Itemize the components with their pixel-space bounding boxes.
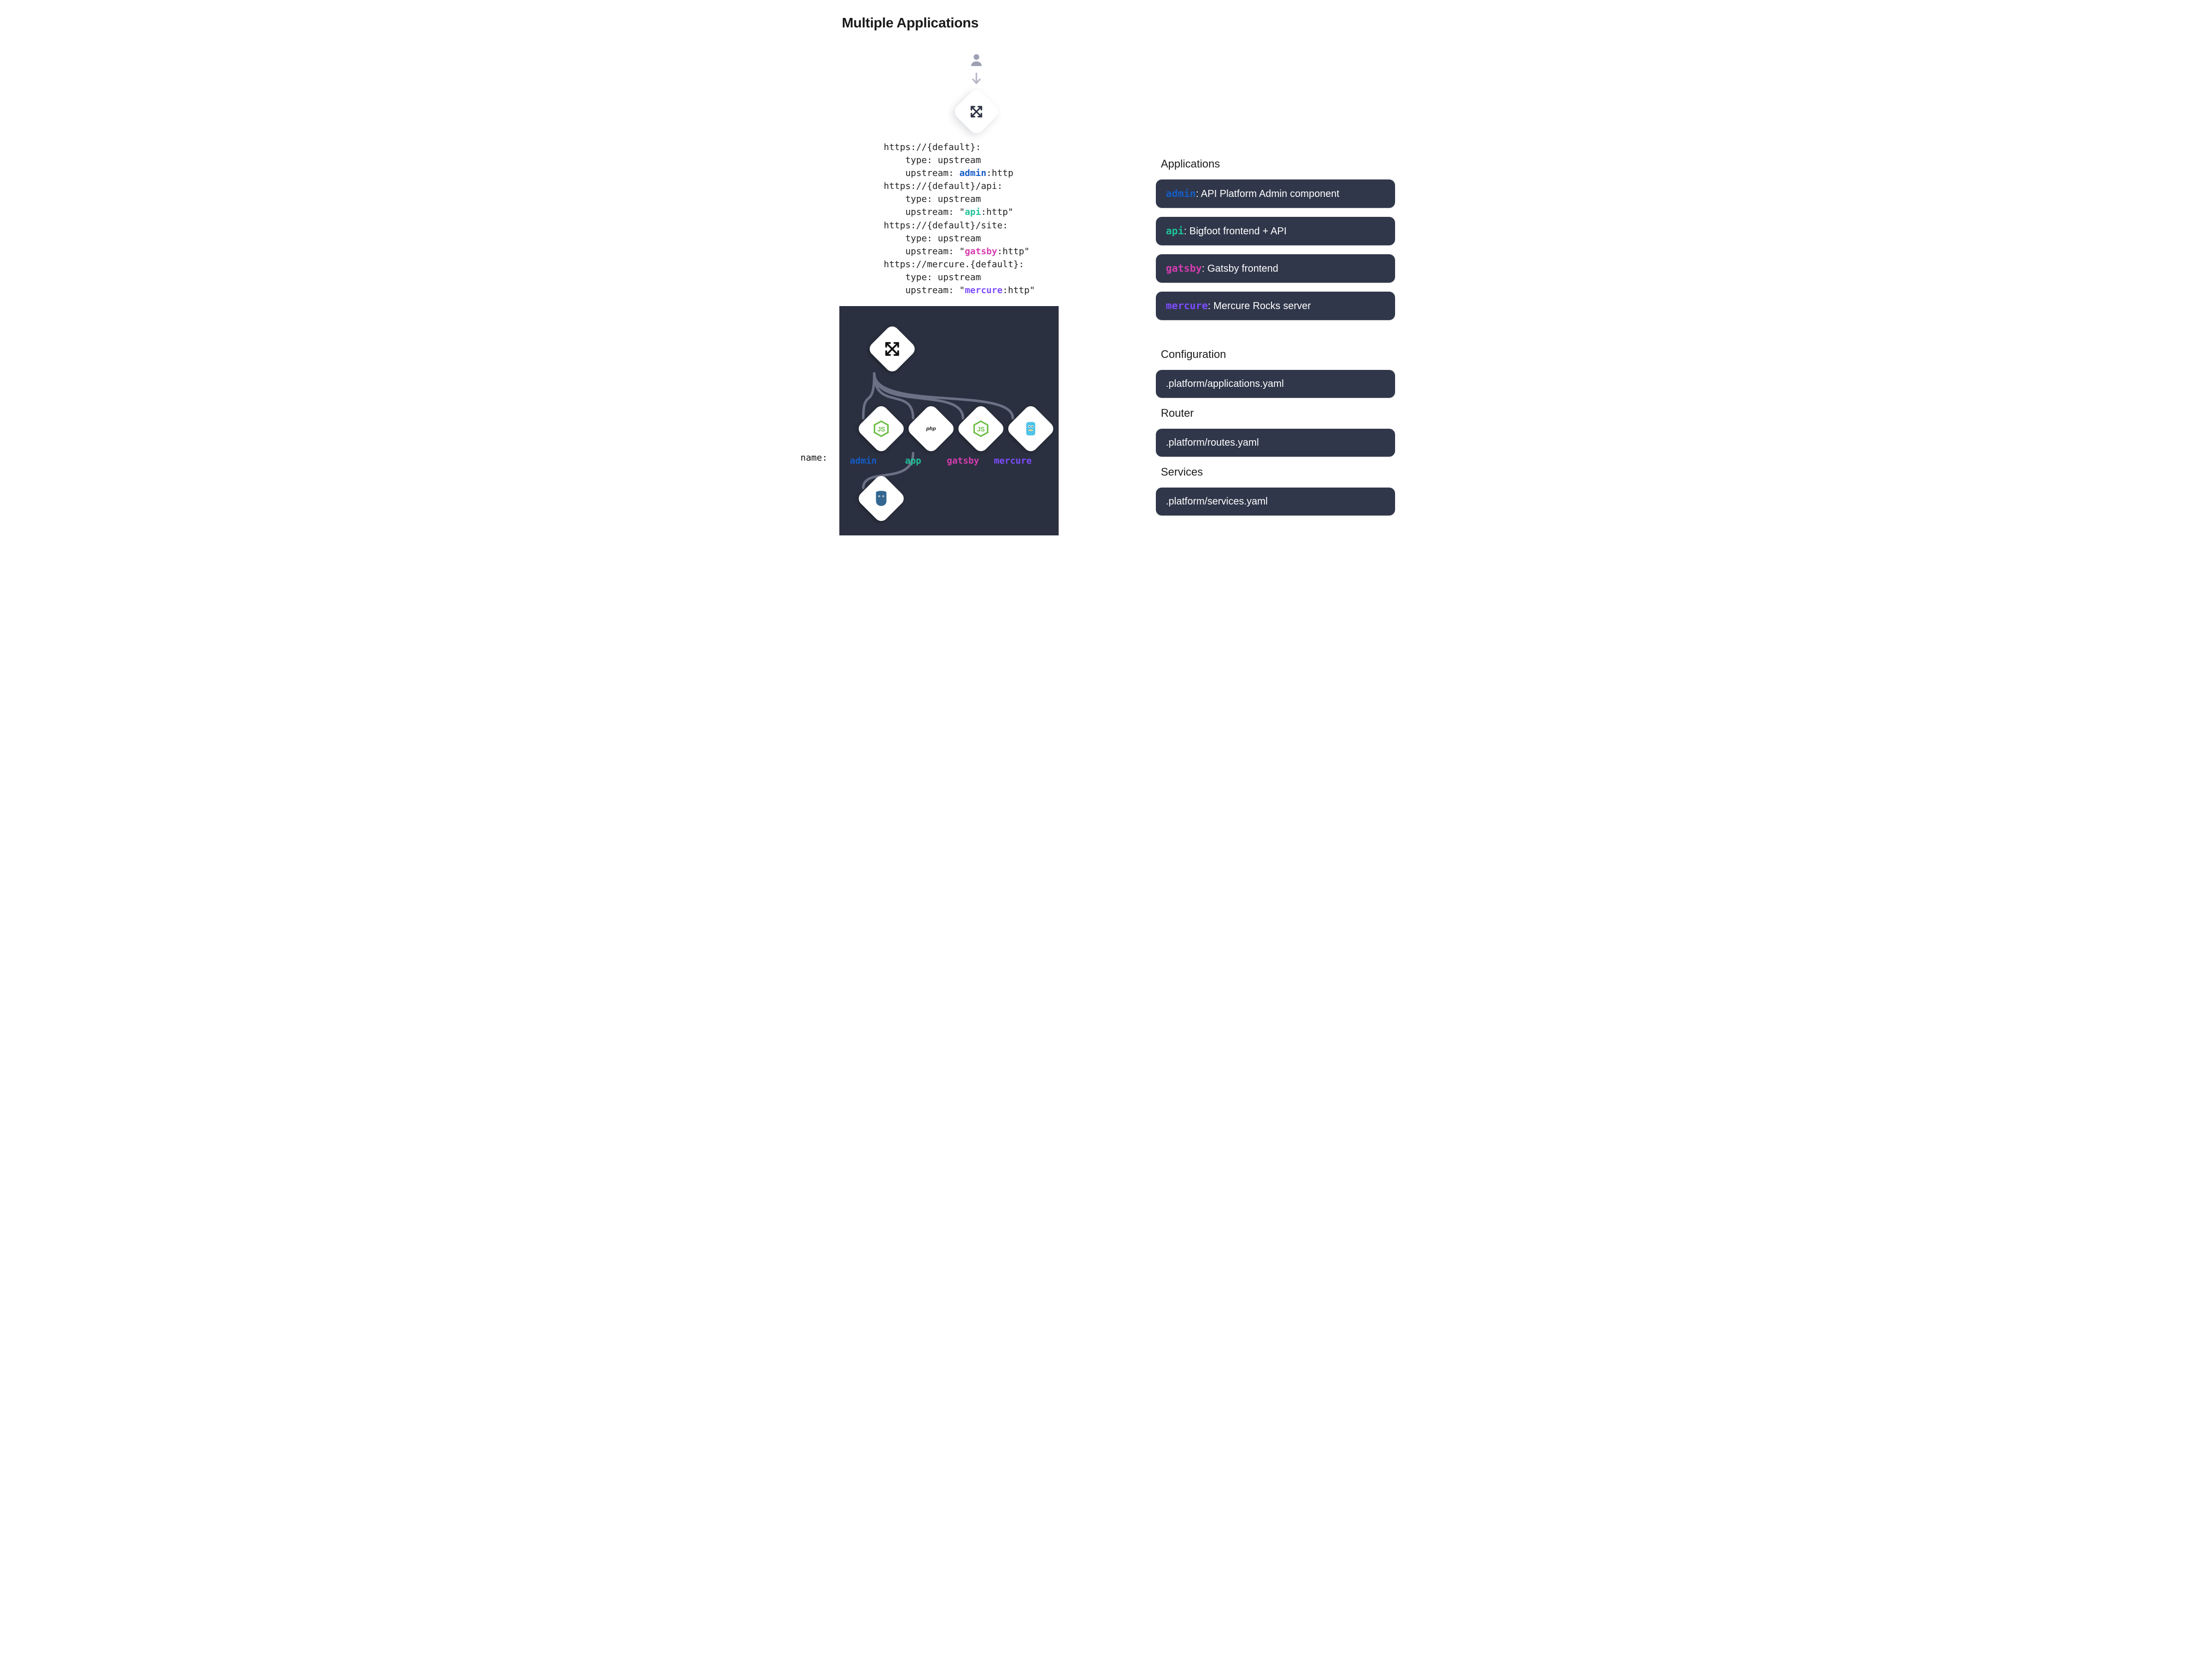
graph-node-gatsby: JS bbox=[955, 403, 1006, 454]
user-icon bbox=[969, 52, 984, 67]
router-node-top bbox=[952, 87, 1001, 137]
page-title: Multiple Applications bbox=[842, 15, 1415, 31]
applications-heading: Applications bbox=[1161, 158, 1395, 170]
deployment-graph: JS admin php app JS gatsby mercure bbox=[839, 306, 1059, 535]
graph-node-label-app: app bbox=[905, 456, 922, 466]
graph-router-node bbox=[867, 324, 918, 374]
router-heading: Router bbox=[1161, 407, 1395, 420]
routes-yaml: https://{default}: type: upstream upstre… bbox=[884, 141, 1111, 297]
user-to-router bbox=[922, 52, 1031, 129]
application-mercure: mercure: Mercure Rocks server bbox=[1156, 292, 1395, 320]
application-gatsby: gatsby: Gatsby frontend bbox=[1156, 254, 1395, 283]
graph-node-mercure bbox=[1005, 403, 1056, 454]
svg-text:php: php bbox=[926, 426, 936, 432]
svg-text:JS: JS bbox=[977, 425, 985, 433]
services-heading: Services bbox=[1161, 466, 1395, 479]
svg-text:JS: JS bbox=[877, 425, 885, 433]
graph-node-label-mercure: mercure bbox=[994, 456, 1032, 466]
application-api: api: Bigfoot frontend + API bbox=[1156, 217, 1395, 245]
graph-node-label-gatsby: gatsby bbox=[947, 456, 979, 466]
graph-node-label-admin: admin bbox=[850, 456, 877, 466]
configuration-file-pill: .platform/applications.yaml bbox=[1156, 370, 1395, 398]
left-column: https://{default}: type: upstream upstre… bbox=[842, 52, 1111, 535]
graph-node-app: php bbox=[906, 403, 956, 454]
services-file-pill: .platform/services.yaml bbox=[1156, 488, 1395, 515]
graph-node-db bbox=[856, 473, 907, 524]
graph-node-admin: JS bbox=[856, 403, 907, 454]
configuration-heading: Configuration bbox=[1161, 348, 1395, 361]
right-column: Applications admin: API Platform Admin c… bbox=[1156, 158, 1395, 524]
graph-name-label: name: bbox=[800, 453, 827, 463]
application-admin: admin: API Platform Admin component bbox=[1156, 179, 1395, 208]
arrow-down-icon bbox=[970, 72, 982, 86]
router-file-pill: .platform/routes.yaml bbox=[1156, 429, 1395, 457]
